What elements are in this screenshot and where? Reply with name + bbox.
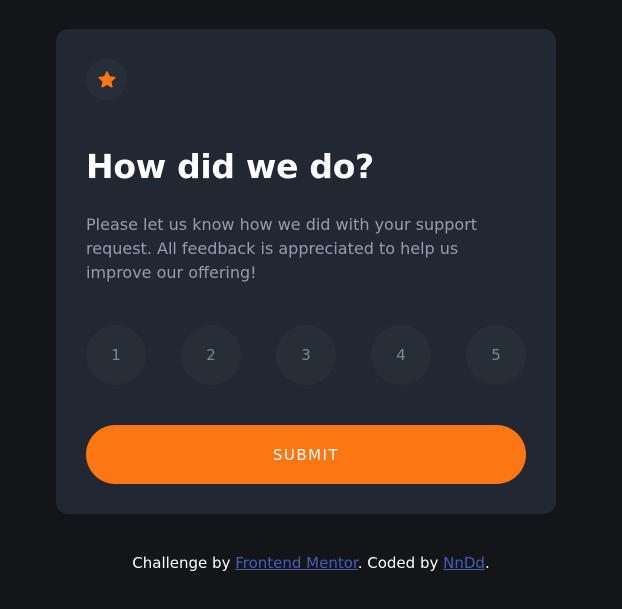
frontend-mentor-link[interactable]: Frontend Mentor <box>235 554 358 572</box>
author-link[interactable]: NnDd <box>443 554 485 572</box>
attribution: Challenge by Frontend Mentor. Coded by N… <box>0 552 622 574</box>
card-title: How did we do? <box>86 147 374 186</box>
attribution-middle: . Coded by <box>357 554 444 572</box>
rating-button-4[interactable]: 4 <box>371 325 431 385</box>
star-icon <box>97 70 116 88</box>
rating-button-5[interactable]: 5 <box>466 325 526 385</box>
rating-card: How did we do? Please let us know how we… <box>56 29 556 514</box>
rating-options: 1 2 3 4 5 <box>86 325 526 385</box>
attribution-suffix: . <box>484 554 490 572</box>
submit-button[interactable]: SUBMIT <box>86 425 526 484</box>
rating-button-1[interactable]: 1 <box>86 325 146 385</box>
page: How did we do? Please let us know how we… <box>0 0 622 609</box>
rating-button-2[interactable]: 2 <box>181 325 241 385</box>
attribution-prefix: Challenge by <box>132 554 236 572</box>
star-badge <box>86 59 127 100</box>
rating-button-3[interactable]: 3 <box>276 325 336 385</box>
card-description: Please let us know how we did with your … <box>86 215 478 282</box>
